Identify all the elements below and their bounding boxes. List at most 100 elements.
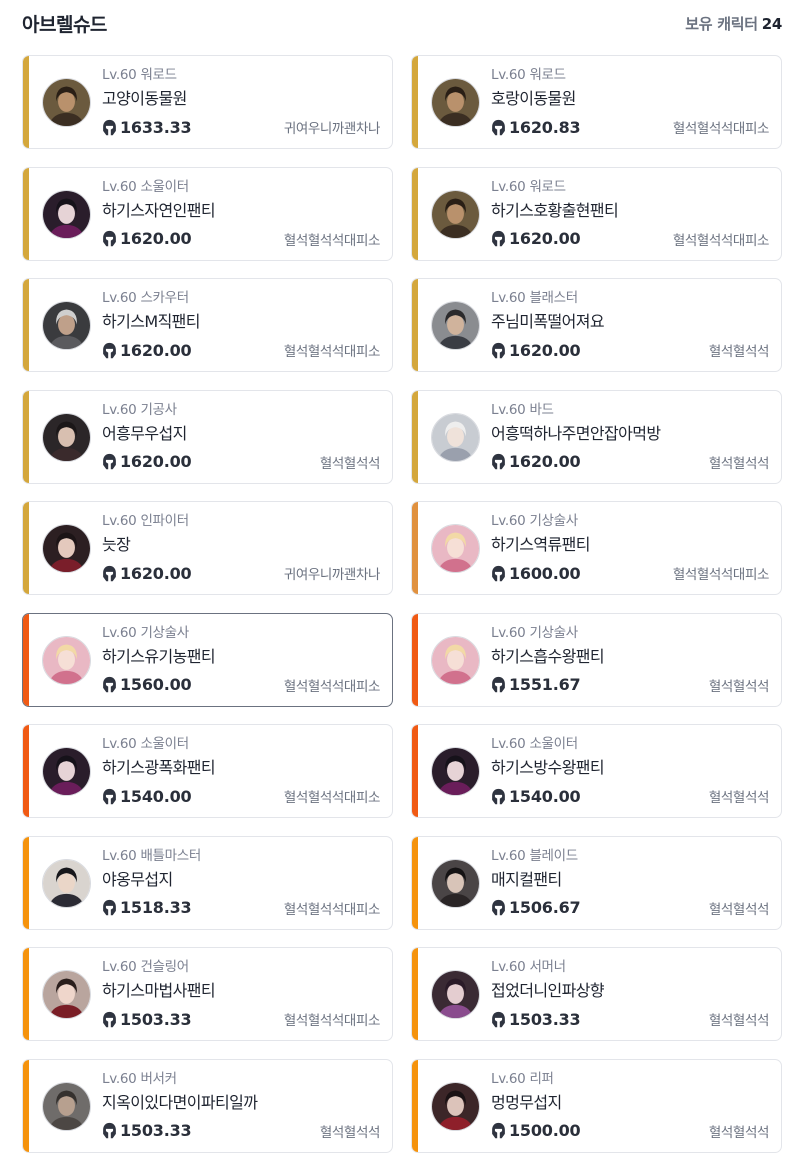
character-name: 하기스자연인팬티 xyxy=(102,200,216,220)
guild-name: 혈석혈석석 xyxy=(319,1124,381,1141)
character-card[interactable]: Lv.60 리퍼 멍멍무섭지 1500.00 혈석혈석석 xyxy=(411,1058,782,1153)
character-class: 리퍼 xyxy=(529,1070,554,1087)
item-level: 1503.33 xyxy=(102,1010,192,1029)
character-card[interactable]: Lv.60 워로드 호랑이동물원 1620.83 혈석혈석석대피소 xyxy=(411,55,782,149)
item-level-icon xyxy=(103,676,116,693)
item-level-value: 1500.00 xyxy=(509,1121,581,1140)
character-class: 기공사 xyxy=(140,401,177,418)
guild-name: 귀여우니까괜차나 xyxy=(283,121,381,137)
character-card[interactable]: Lv.60 인파이터 늣장 1620.00 귀여우니까괜차나 xyxy=(22,501,393,595)
item-level-value: 1506.67 xyxy=(509,898,581,917)
character-level-class: Lv.60 건슬링어 xyxy=(102,957,380,977)
tier-color-bar xyxy=(23,390,29,483)
character-class: 서머너 xyxy=(529,959,566,975)
tier-color-bar xyxy=(412,725,418,817)
character-avatar xyxy=(42,301,91,350)
character-avatar xyxy=(431,412,480,462)
guild-name: 혈석혈석석대피소 xyxy=(672,232,770,249)
server-name: 아브렐슈드 xyxy=(22,13,107,36)
character-level: Lv.60 xyxy=(491,67,526,83)
tier-color-bar xyxy=(412,167,418,260)
character-level: Lv.60 xyxy=(491,1070,526,1087)
item-level: 1633.33 xyxy=(102,118,192,137)
tier-color-bar xyxy=(412,836,418,929)
character-avatar xyxy=(42,970,91,1019)
guild-name: 혈석혈석석 xyxy=(708,678,770,695)
character-avatar xyxy=(42,189,91,239)
character-name: 하기스광폭화팬티 xyxy=(102,758,216,777)
character-card[interactable]: Lv.60 기상술사 하기스역류팬티 1600.00 혈석혈석석대피소 xyxy=(411,501,782,595)
tier-color-bar xyxy=(23,167,29,260)
item-level-icon xyxy=(492,230,505,247)
character-card[interactable]: Lv.60 배틀마스터 야옹무섭지 1518.33 혈석혈석석대피소 xyxy=(22,835,393,930)
item-level: 1503.33 xyxy=(102,1121,192,1140)
character-stats: 1518.33 혈석혈석석대피소 xyxy=(102,894,380,922)
character-name: 늣장 xyxy=(102,535,131,554)
character-info: Lv.60 기상술사 하기스흡수왕팬티 1551.67 혈석혈석석 xyxy=(491,623,769,698)
item-level: 1540.00 xyxy=(102,787,192,806)
character-info: Lv.60 배틀마스터 야옹무섭지 1518.33 혈석혈석석대피소 xyxy=(102,846,380,921)
tier-color-bar xyxy=(23,948,29,1040)
character-card[interactable]: Lv.60 바드 어흥떡하나주면안잡아먹방 1620.00 혈석혈석석 xyxy=(411,389,782,484)
owned-characters-count: 24 xyxy=(761,14,783,33)
character-name: 고양이동물원 xyxy=(102,89,187,108)
character-card[interactable]: Lv.60 스카우터 하기스M직팬티 1620.00 혈석혈석석대피소 xyxy=(22,278,393,372)
item-level: 1560.00 xyxy=(102,675,192,694)
character-card[interactable]: Lv.60 블래스터 주님미폭떨어져요 1620.00 혈석혈석석 xyxy=(411,278,782,372)
character-level: Lv.60 xyxy=(102,401,137,418)
character-level-class: Lv.60 블레이드 xyxy=(491,846,769,866)
character-level-class: Lv.60 소울이터 xyxy=(102,177,380,197)
tier-color-bar xyxy=(23,56,29,148)
character-info: Lv.60 버서커 지옥이있다면이파티일까 1503.33 혈석혈석석 xyxy=(102,1069,380,1144)
character-info: Lv.60 소울이터 하기스방수왕팬티 1540.00 혈석혈석석 xyxy=(491,734,769,809)
character-card[interactable]: Lv.60 소울이터하기스자연인팬티 1620.00 혈석혈석석대피소 xyxy=(22,166,393,261)
character-avatar xyxy=(42,858,91,908)
character-stats: 1620.00 혈석혈석석대피소 xyxy=(102,225,380,253)
character-card[interactable]: Lv.60 블레이드 매지컬팬티 1506.67 혈석혈석석 xyxy=(411,835,782,930)
item-level-icon xyxy=(492,1122,505,1139)
character-card[interactable]: Lv.60 워로드 고양이동물원 1633.33 귀여우니까괜차나 xyxy=(22,55,393,149)
character-card[interactable]: Lv.60 기공사 어흥무우섭지 1620.00 혈석혈석석 xyxy=(22,389,393,484)
tier-color-bar xyxy=(412,502,418,594)
character-card[interactable]: Lv.60 건슬링어 하기스마법사팬티 1503.33 혈석혈석석대피소 xyxy=(22,947,393,1041)
tier-color-bar xyxy=(412,948,418,1040)
item-level-icon xyxy=(103,453,116,470)
character-avatar xyxy=(42,412,91,462)
character-card[interactable]: Lv.60 소울이터 하기스광폭화팬티 1540.00 혈석혈석석대피소 xyxy=(22,724,393,818)
character-avatar xyxy=(431,747,480,796)
guild-name: 혈석혈석석 xyxy=(708,344,770,360)
character-level: Lv.60 xyxy=(491,959,526,975)
character-avatar xyxy=(431,78,480,127)
guild-name: 혈석혈석석대피소 xyxy=(283,1013,381,1029)
guild-name: 혈석혈석석 xyxy=(708,455,770,472)
character-level-class: Lv.60 리퍼 xyxy=(491,1069,769,1089)
character-class: 바드 xyxy=(529,401,554,418)
character-name: 주님미폭떨어져요 xyxy=(491,312,605,331)
character-stats: 1633.33 귀여우니까괜차나 xyxy=(102,113,380,141)
character-class: 기상술사 xyxy=(529,624,578,641)
character-card[interactable]: Lv.60 버서커 지옥이있다면이파티일까 1503.33 혈석혈석석 xyxy=(22,1058,393,1153)
tier-color-bar xyxy=(412,1059,418,1152)
item-level-icon xyxy=(103,899,116,916)
character-level-class: Lv.60 서머너 xyxy=(491,957,769,977)
item-level-icon xyxy=(103,565,116,581)
item-level-value: 1620.00 xyxy=(509,340,581,360)
character-card[interactable]: Lv.60 소울이터 하기스방수왕팬티 1540.00 혈석혈석석 xyxy=(411,724,782,818)
character-card[interactable]: Lv.60 기상술사 하기스흡수왕팬티 1551.67 혈석혈석석 xyxy=(411,612,782,707)
character-grid: Lv.60 워로드고양이동물원 1633.33 귀여우니까괜차나 Lv.60 워로드 호랑이… xyxy=(22,55,782,1153)
tier-color-bar xyxy=(23,279,29,371)
character-card[interactable]: Lv.60 기상술사 하기스유기농팬티 1560.00 혈석혈석석대피소 xyxy=(22,612,393,707)
character-class: 소울이터 xyxy=(140,178,189,195)
character-info: Lv.60 워로드 호랑이동물원 1620.83 혈석혈석석대피소 xyxy=(491,65,769,140)
item-level: 1620.83 xyxy=(491,118,581,137)
character-card[interactable]: Lv.60 워로드 하기스호황출현팬티 1620.00 혈석혈석석대피소 xyxy=(411,166,782,261)
character-info: Lv.60 스카우터 하기스M직팬티 1620.00 혈석혈석석대피소 xyxy=(102,288,380,363)
character-level-class: Lv.60 소울이터 xyxy=(491,734,769,754)
owned-characters-label: 보유 캐릭터 xyxy=(685,14,758,33)
character-info: Lv.60 건슬링어 하기스마법사팬티 1503.33 혈석혈석석대피소 xyxy=(102,957,380,1032)
tier-color-bar xyxy=(412,56,418,148)
character-info: Lv.60 서머너 접었더니인파상향 1503.33 혈석혈석석 xyxy=(491,957,769,1032)
character-card[interactable]: Lv.60 서머너 접었더니인파상향 1503.33 혈석혈석석 xyxy=(411,947,782,1041)
character-level-class: Lv.60 워로드 xyxy=(491,65,769,85)
item-level-value: 1540.00 xyxy=(509,786,581,806)
